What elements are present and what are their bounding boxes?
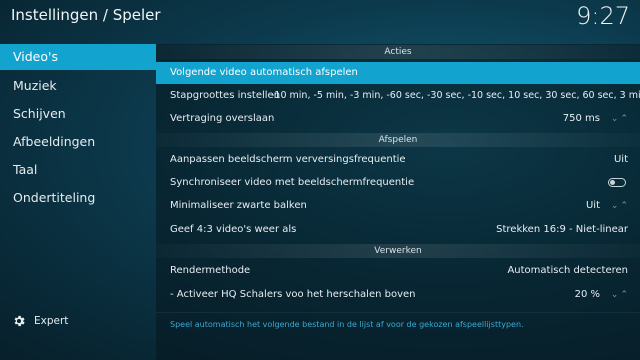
help-text: Speel automatisch het volgende bestand i… xyxy=(170,320,524,329)
sidebar-item-discs[interactable]: Schijven xyxy=(0,101,156,127)
header: Instellingen / Speler 9:27 xyxy=(0,0,640,36)
sidebar: Video's Muziek Schijven Afbeeldingen Taa… xyxy=(0,44,156,360)
setting-value: Uit xyxy=(613,154,628,165)
setting-label: Stapgroottes instellen xyxy=(170,90,281,101)
setting-value: -10 min, -5 min, -3 min, -60 sec, -30 se… xyxy=(271,90,640,101)
setting-value: 20 % xyxy=(574,289,600,300)
section-header-acties: Acties xyxy=(156,45,640,59)
sidebar-item-music[interactable]: Muziek xyxy=(0,73,156,99)
settings-level-button[interactable]: Expert xyxy=(12,314,68,328)
setting-show-43[interactable]: Geef 4:3 video's weer als Strekken 16:9 … xyxy=(156,219,640,241)
divider xyxy=(156,312,640,313)
setting-sync-video[interactable]: Synchroniseer video met beeldschermfrequ… xyxy=(156,172,640,194)
setting-hq-scalers[interactable]: - Activeer HQ Schalers voo het herschale… xyxy=(156,284,640,306)
spinner-arrows-icon[interactable]: ⌄⌃ xyxy=(611,108,630,130)
settings-level-label: Expert xyxy=(34,315,69,327)
clock: 9:27 xyxy=(576,2,630,30)
sidebar-item-videos[interactable]: Video's xyxy=(0,44,156,70)
setting-label: Aanpassen beeldscherm verversingsfrequen… xyxy=(170,154,406,165)
setting-value: Uit xyxy=(585,200,600,211)
setting-step-sizes[interactable]: Stapgroottes instellen -10 min, -5 min, … xyxy=(156,85,640,107)
setting-black-bars[interactable]: Minimaliseer zwarte balken Uit ⌄⌃ xyxy=(156,195,640,217)
spinner-arrows-icon[interactable]: ⌄⌃ xyxy=(611,195,630,217)
gear-icon xyxy=(14,315,25,327)
setting-value: Automatisch detecteren xyxy=(507,265,628,276)
setting-label: Geef 4:3 video's weer als xyxy=(170,224,297,235)
setting-label: Minimaliseer zwarte balken xyxy=(170,200,307,211)
setting-autoplay-next[interactable]: Volgende video automatisch afspelen xyxy=(156,62,640,84)
setting-render-method[interactable]: Rendermethode Automatisch detecteren xyxy=(156,260,640,282)
settings-panel: Acties Volgende video automatisch afspel… xyxy=(156,44,640,360)
sidebar-item-pictures[interactable]: Afbeeldingen xyxy=(0,129,156,155)
sidebar-item-language[interactable]: Taal xyxy=(0,157,156,183)
section-header-verwerken: Verwerken xyxy=(156,244,640,258)
page-title: Instellingen / Speler xyxy=(11,6,161,24)
setting-label: Synchroniseer video met beeldschermfrequ… xyxy=(170,177,415,188)
spinner-arrows-icon[interactable]: ⌄⌃ xyxy=(611,284,630,306)
setting-label: Rendermethode xyxy=(170,265,251,276)
setting-label: - Activeer HQ Schalers voo het herschale… xyxy=(170,289,416,300)
sidebar-item-subtitles[interactable]: Ondertiteling xyxy=(0,185,156,211)
setting-refresh-rate[interactable]: Aanpassen beeldscherm verversingsfrequen… xyxy=(156,149,640,171)
setting-label: Vertraging overslaan xyxy=(170,113,275,124)
setting-value: 750 ms xyxy=(562,113,600,124)
section-header-afspelen: Afspelen xyxy=(156,133,640,147)
setting-value: Strekken 16:9 - Niet-linear xyxy=(496,224,628,235)
setting-skip-delay[interactable]: Vertraging overslaan 750 ms ⌄⌃ xyxy=(156,108,640,130)
setting-label: Volgende video automatisch afspelen xyxy=(170,67,358,78)
toggle-switch[interactable] xyxy=(608,178,626,187)
